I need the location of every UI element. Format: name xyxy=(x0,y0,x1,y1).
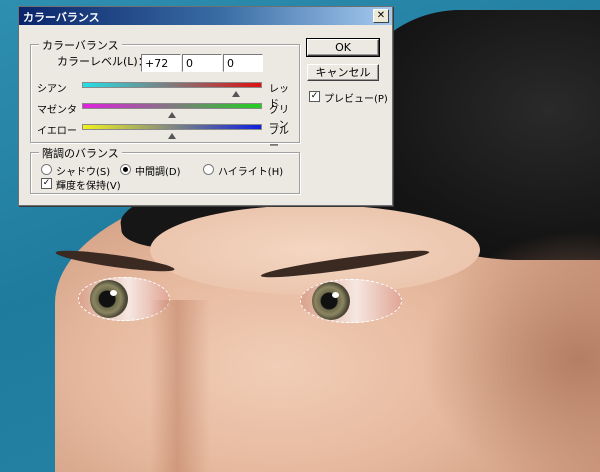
slider-label-magenta: マゼンタ xyxy=(37,105,77,116)
color-level-magenta-green-input[interactable] xyxy=(182,54,222,72)
cancel-button[interactable]: キャンセル xyxy=(307,64,379,81)
yellow-blue-slider-row: イエロー ブルー xyxy=(34,122,296,152)
dialog-title-bar[interactable]: カラーバランス ✕ xyxy=(19,7,392,25)
color-level-label: カラーレベル(L)： xyxy=(57,55,149,68)
nose-shading xyxy=(150,300,210,472)
color-level-yellow-blue-input[interactable] xyxy=(223,54,263,72)
check-icon[interactable]: ✓ xyxy=(41,178,52,189)
radio-midtones-label: 中間調(D) xyxy=(135,167,181,178)
tone-balance-group-label: 階調のバランス xyxy=(39,145,122,161)
eye-glint xyxy=(110,290,117,296)
magenta-green-slider-row: マゼンタ グリーン xyxy=(34,101,296,131)
eye-glint xyxy=(332,292,339,298)
close-button[interactable]: ✕ xyxy=(373,9,389,23)
cyan-red-slider[interactable] xyxy=(82,82,262,97)
yellow-blue-slider[interactable] xyxy=(82,124,262,139)
slider-label-blue: ブルー xyxy=(269,126,289,152)
radio-highlights-label: ハイライト(H) xyxy=(218,167,284,178)
check-icon[interactable]: ✓ xyxy=(309,91,320,102)
dialog-title: カラーバランス xyxy=(23,11,100,24)
preserve-luminosity-label: 輝度を保持(V) xyxy=(56,181,121,192)
radio-shadows-label: シャドウ(S) xyxy=(56,167,111,178)
color-level-cyan-red-input[interactable] xyxy=(141,54,181,72)
slider-label-cyan: シアン xyxy=(37,84,67,95)
radio-icon[interactable] xyxy=(203,164,214,175)
radio-icon[interactable] xyxy=(120,164,131,175)
cheek-shadow xyxy=(420,230,600,472)
radio-icon[interactable] xyxy=(41,164,52,175)
slider-label-yellow: イエロー xyxy=(37,126,77,137)
eye-right-selection xyxy=(300,279,402,323)
preview-label: プレビュー(P) xyxy=(324,94,388,105)
slider-thumb-icon[interactable] xyxy=(168,133,176,139)
cyan-red-slider-row: シアン レッド xyxy=(34,80,296,110)
iris-left xyxy=(90,280,128,318)
slider-thumb-icon[interactable] xyxy=(232,91,241,97)
slider-thumb-icon[interactable] xyxy=(168,112,176,118)
iris-right xyxy=(312,282,350,320)
magenta-green-slider[interactable] xyxy=(82,103,262,118)
close-icon: ✕ xyxy=(376,10,386,21)
color-balance-group-label: カラーバランス xyxy=(39,37,122,53)
ok-button[interactable]: OK xyxy=(306,38,380,57)
color-balance-dialog: カラーバランス ✕ カラーバランス カラーレベル(L)： シアン レッド マゼン… xyxy=(18,6,393,206)
